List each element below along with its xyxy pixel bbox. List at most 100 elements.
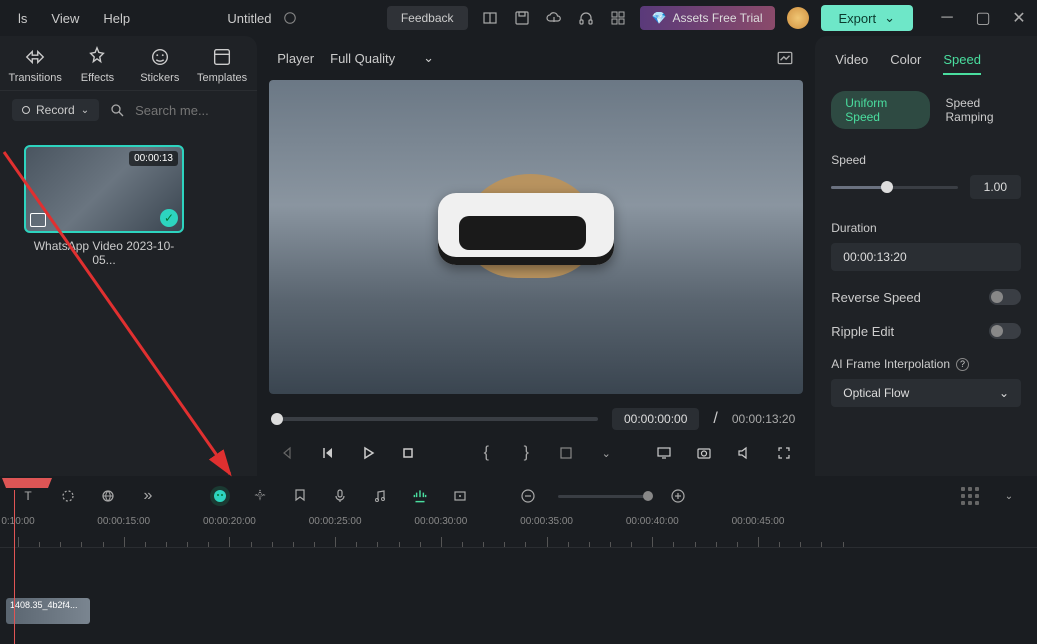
scrub-handle[interactable] bbox=[271, 413, 283, 425]
save-icon[interactable] bbox=[512, 8, 532, 28]
speed-slider[interactable] bbox=[831, 186, 957, 189]
fullscreen-icon[interactable] bbox=[773, 442, 795, 464]
properties-panel: Video Color Speed Uniform Speed Speed Ra… bbox=[815, 36, 1037, 476]
timeline-toolbar: T » ⌄ bbox=[0, 476, 1037, 516]
mic-icon[interactable] bbox=[330, 486, 350, 506]
player-panel: Player Full Quality ⌄ 00:00:00:00 / 00:0… bbox=[257, 36, 815, 476]
tab-transitions[interactable]: Transitions bbox=[4, 46, 66, 84]
export-label: Export bbox=[839, 11, 877, 26]
reverse-speed-label: Reverse Speed bbox=[831, 290, 921, 305]
quality-select[interactable]: Full Quality ⌄ bbox=[330, 50, 434, 66]
chevron-down-icon[interactable]: ⌄ bbox=[999, 486, 1019, 506]
uniform-speed-tab[interactable]: Uniform Speed bbox=[831, 91, 929, 129]
chevron-down-icon[interactable]: ⌄ bbox=[595, 442, 617, 464]
scrub-row: 00:00:00:00 / 00:00:13:20 bbox=[269, 394, 803, 438]
zoom-slider[interactable] bbox=[558, 495, 648, 498]
duration-input[interactable]: 00:00:13:20 bbox=[831, 243, 1021, 271]
search-input[interactable] bbox=[135, 103, 257, 118]
marker-icon[interactable] bbox=[290, 486, 310, 506]
menu-tools[interactable]: ls bbox=[8, 7, 37, 30]
ai-face-icon[interactable] bbox=[210, 486, 230, 506]
record-button[interactable]: Record ⌄ bbox=[12, 99, 99, 121]
ripple-edit-label: Ripple Edit bbox=[831, 324, 894, 339]
assets-label: Assets Free Trial bbox=[672, 11, 762, 25]
zoom-in-button[interactable] bbox=[668, 486, 688, 506]
menu-view[interactable]: View bbox=[41, 7, 89, 30]
property-tabs: Video Color Speed bbox=[831, 36, 1021, 85]
layout-icon[interactable] bbox=[480, 8, 500, 28]
step-back-button[interactable] bbox=[317, 442, 339, 464]
avatar-icon[interactable] bbox=[787, 7, 809, 29]
zoom-handle[interactable] bbox=[643, 491, 653, 501]
mark-out-button[interactable]: } bbox=[515, 442, 537, 464]
reverse-speed-toggle[interactable] bbox=[989, 289, 1021, 305]
title-info-icon[interactable] bbox=[280, 8, 300, 28]
scrub-bar[interactable] bbox=[277, 417, 598, 421]
ruler-mark: 00:00:35:00 bbox=[520, 516, 573, 527]
tab-stickers[interactable]: Stickers bbox=[129, 46, 191, 84]
camera-icon[interactable] bbox=[693, 442, 715, 464]
assets-trial-button[interactable]: 💎 Assets Free Trial bbox=[640, 6, 775, 30]
display-icon[interactable] bbox=[653, 442, 675, 464]
help-icon[interactable]: ? bbox=[956, 358, 969, 371]
crop-icon[interactable] bbox=[555, 442, 577, 464]
media-clip[interactable]: 00:00:13 ✓ WhatsApp Video 2023-10-05... bbox=[24, 145, 184, 267]
player-header: Player Full Quality ⌄ bbox=[269, 36, 803, 80]
tab-video[interactable]: Video bbox=[835, 52, 868, 75]
stop-button[interactable] bbox=[397, 442, 419, 464]
sparkle-icon[interactable] bbox=[250, 486, 270, 506]
window-controls: ─ ▢ ✕ bbox=[937, 8, 1029, 28]
magnet-icon[interactable] bbox=[410, 486, 430, 506]
ai-interp-select[interactable]: Optical Flow ⌄ bbox=[831, 379, 1021, 407]
headphones-icon[interactable] bbox=[576, 8, 596, 28]
expand-icon[interactable]: » bbox=[138, 486, 158, 506]
track-options-icon[interactable] bbox=[961, 487, 979, 505]
clip-type-icon bbox=[30, 213, 46, 227]
tab-color[interactable]: Color bbox=[890, 52, 921, 75]
frame-icon[interactable] bbox=[450, 486, 470, 506]
diamond-icon: 💎 bbox=[652, 11, 667, 25]
mark-in-button[interactable]: { bbox=[475, 442, 497, 464]
grid-icon[interactable] bbox=[608, 8, 628, 28]
maximize-button[interactable]: ▢ bbox=[973, 8, 993, 28]
close-button[interactable]: ✕ bbox=[1009, 8, 1029, 28]
music-icon[interactable] bbox=[370, 486, 390, 506]
chevron-down-icon: ⌄ bbox=[423, 50, 434, 66]
tab-templates-label: Templates bbox=[197, 72, 247, 84]
clip-filename: WhatsApp Video 2023-10-05... bbox=[24, 239, 184, 267]
play-button[interactable] bbox=[357, 442, 379, 464]
clip-thumbnail[interactable]: 00:00:13 ✓ bbox=[24, 145, 184, 233]
snapshot-icon[interactable] bbox=[775, 48, 795, 68]
speed-slider-handle[interactable] bbox=[881, 181, 893, 193]
timeline-ruler[interactable]: 0:10:0000:00:15:0000:00:20:0000:00:25:00… bbox=[0, 516, 1037, 548]
time-total: 00:00:13:20 bbox=[732, 412, 795, 426]
zoom-out-button[interactable] bbox=[518, 486, 538, 506]
chevron-down-icon: ⌄ bbox=[81, 105, 89, 116]
timeline-tracks[interactable]: 1408.35_4b2f4... bbox=[0, 548, 1037, 628]
tab-stickers-label: Stickers bbox=[140, 72, 179, 84]
speed-ramping-tab[interactable]: Speed Ramping bbox=[946, 91, 1022, 129]
ripple-edit-toggle[interactable] bbox=[989, 323, 1021, 339]
tab-effects[interactable]: Effects bbox=[66, 46, 128, 84]
speed-value[interactable]: 1.00 bbox=[970, 175, 1021, 199]
video-viewport[interactable] bbox=[269, 80, 803, 394]
tab-speed[interactable]: Speed bbox=[943, 52, 981, 75]
tab-templates[interactable]: Templates bbox=[191, 46, 253, 84]
search-icon[interactable] bbox=[109, 100, 125, 120]
titlebar: ls View Help Untitled Feedback 💎 Assets … bbox=[0, 0, 1037, 36]
export-button[interactable]: Export ⌄ bbox=[821, 5, 913, 31]
globe-icon[interactable] bbox=[98, 486, 118, 506]
minimize-button[interactable]: ─ bbox=[937, 8, 957, 28]
title-text: Untitled bbox=[227, 11, 271, 26]
clip-added-check-icon: ✓ bbox=[160, 209, 178, 227]
cloud-icon[interactable] bbox=[544, 8, 564, 28]
ruler-mark: 00:00:20:00 bbox=[203, 516, 256, 527]
ruler-mark: 00:00:30:00 bbox=[414, 516, 467, 527]
prev-frame-button[interactable] bbox=[277, 442, 299, 464]
volume-icon[interactable] bbox=[733, 442, 755, 464]
ruler-mark: 00:00:25:00 bbox=[309, 516, 362, 527]
playhead[interactable] bbox=[0, 476, 80, 644]
feedback-button[interactable]: Feedback bbox=[387, 6, 468, 30]
menu-help[interactable]: Help bbox=[93, 7, 140, 30]
speed-modes: Uniform Speed Speed Ramping bbox=[831, 85, 1021, 143]
